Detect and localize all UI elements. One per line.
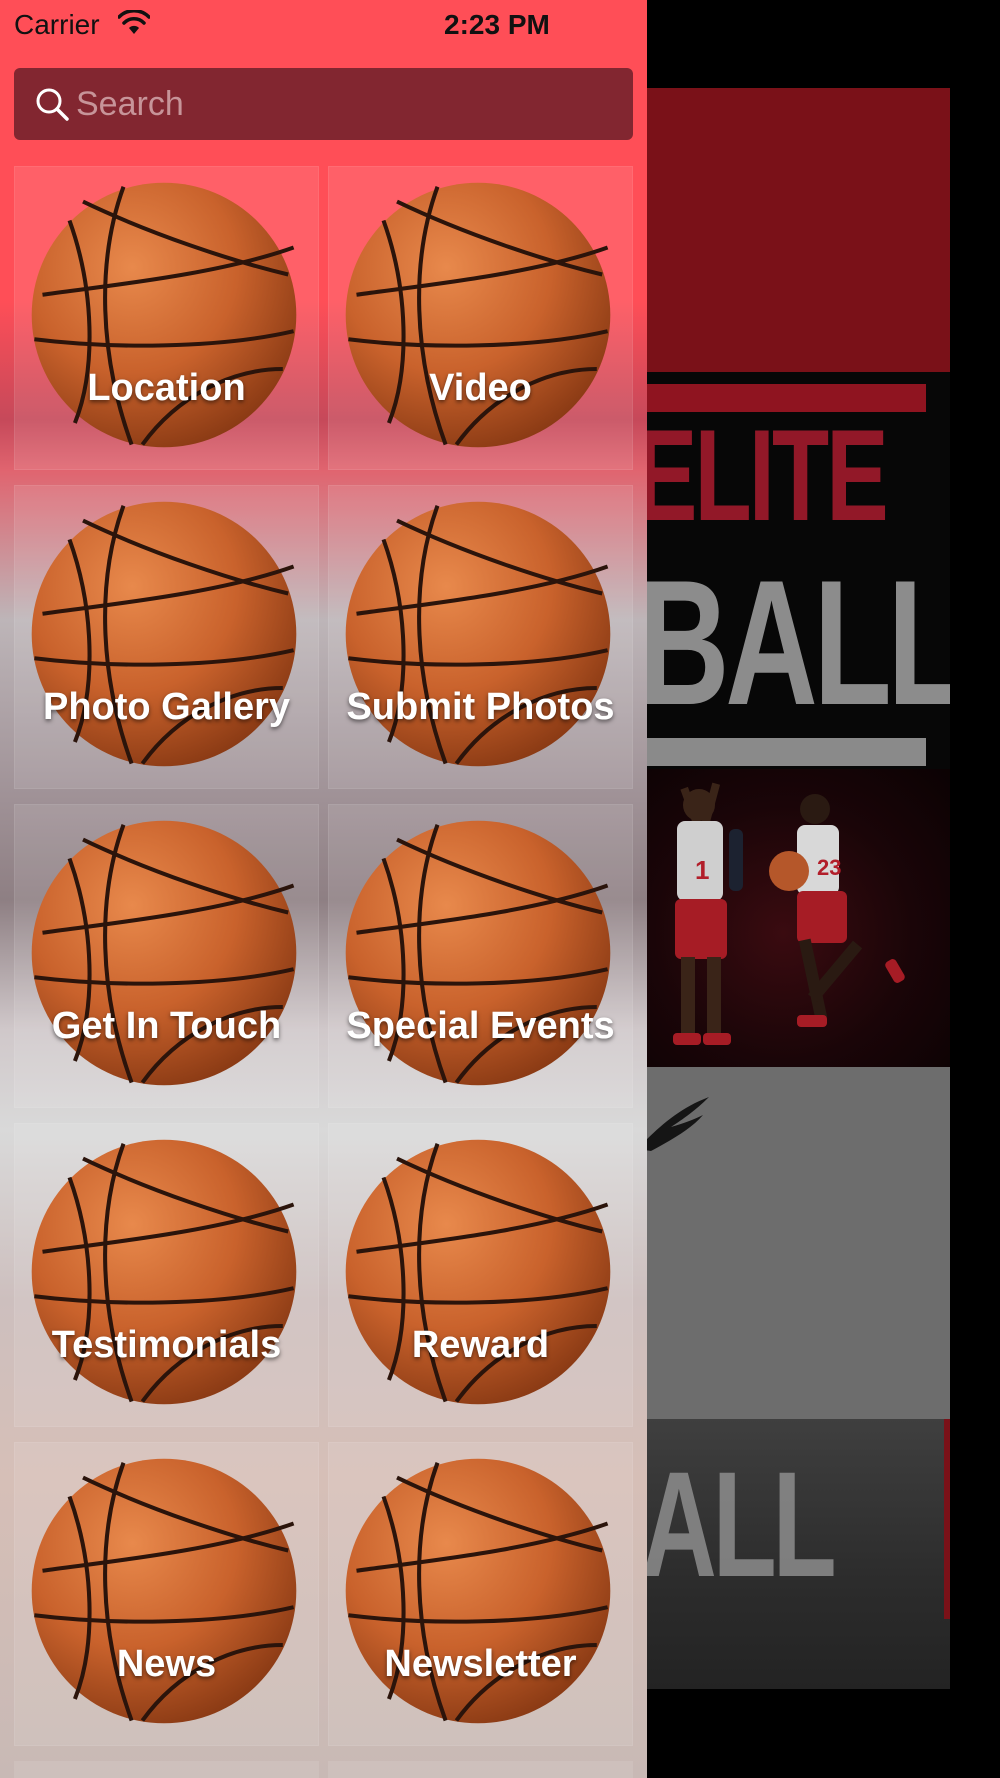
main-content-dimmed[interactable]: ELITE BALL 1 23 ALL [647, 0, 1000, 1778]
menu-item-partial[interactable] [328, 1761, 633, 1778]
menu-item-label: Photo Gallery [42, 686, 291, 728]
bottom-banner: ALL [647, 1419, 950, 1689]
menu-item-special-events[interactable]: Special Events [328, 804, 633, 1108]
menu-item-label: Special Events [346, 1005, 615, 1047]
menu-item-label: Testimonials [51, 1324, 282, 1366]
player-one-figure: 1 23 [673, 782, 905, 1045]
menu-item-photo-gallery[interactable]: Photo Gallery [14, 485, 319, 789]
logo-word-ball: BALL [647, 543, 950, 742]
app-screen: ELITE BALL 1 23 ALL Carrier 2:23 PM Sear… [0, 0, 1000, 1778]
logo-word-elite: ELITE [647, 402, 889, 548]
header-banner [647, 88, 950, 372]
carrier-label: Carrier [14, 9, 100, 40]
wing-logo-icon [647, 1097, 709, 1151]
menu-item-get-in-touch[interactable]: Get In Touch [14, 804, 319, 1108]
players-photo: 1 23 [647, 769, 950, 1067]
menu-item-label: Video [429, 367, 532, 409]
bottom-banner-text: ALL [647, 1440, 837, 1608]
menu-item-video[interactable]: Video [328, 166, 633, 470]
status-bar: Carrier 2:23 PM [0, 0, 647, 50]
search-input[interactable] [76, 76, 616, 132]
elite-ball-logo: ELITE BALL [647, 372, 950, 769]
bottom-banner-accent [944, 1419, 950, 1619]
menu-item-location[interactable]: Location [14, 166, 319, 470]
search-icon [36, 88, 69, 121]
search-bar[interactable] [14, 68, 633, 140]
player-one-number: 1 [695, 855, 709, 885]
status-time: 2:23 PM [444, 9, 550, 40]
wifi-icon [118, 10, 150, 34]
logo-stripe-bottom [647, 738, 926, 766]
player-two-number: 23 [817, 855, 841, 880]
menu-item-label: Get In Touch [51, 1005, 282, 1047]
menu-item-reward[interactable]: Reward [328, 1123, 633, 1427]
menu-item-label: News [116, 1643, 217, 1685]
menu-item-label: Location [87, 367, 246, 409]
menu-item-label: Newsletter [384, 1643, 577, 1685]
menu-item-partial[interactable] [14, 1761, 319, 1778]
menu-item-testimonials[interactable]: Testimonials [14, 1123, 319, 1427]
side-menu: Carrier 2:23 PM Location Video [0, 0, 647, 1778]
menu-item-news[interactable]: News [14, 1442, 319, 1746]
menu-item-submit-photos[interactable]: Submit Photos [328, 485, 633, 789]
menu-item-label: Reward [411, 1324, 550, 1366]
menu-item-newsletter[interactable]: Newsletter [328, 1442, 633, 1746]
promo-panel [647, 1067, 950, 1419]
menu-item-label: Submit Photos [346, 686, 615, 728]
